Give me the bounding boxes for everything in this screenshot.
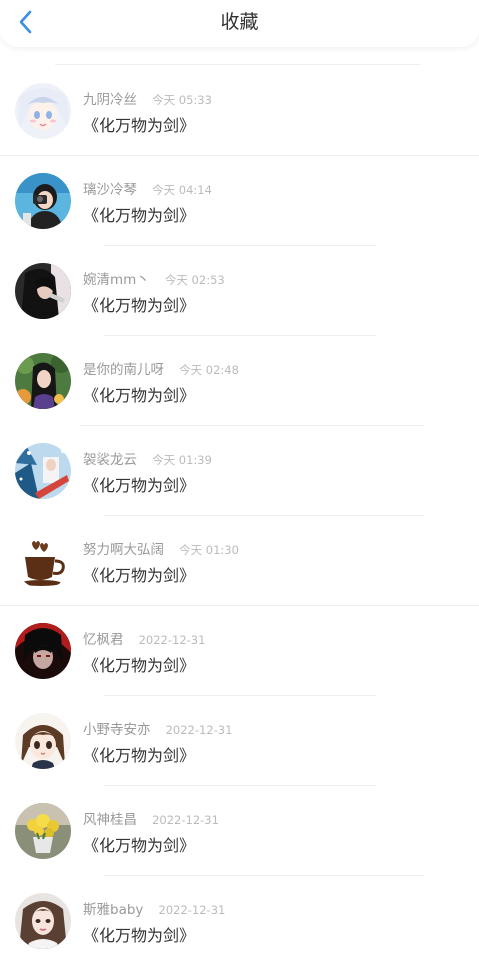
list-item[interactable]: 九阴冷丝 今天 05:33 《化万物为剑》 bbox=[0, 66, 479, 156]
book-title: 《化万物为剑》 bbox=[83, 476, 196, 495]
user-name: 袈裟龙云 bbox=[83, 452, 137, 468]
divider bbox=[55, 64, 420, 65]
user-name: 努力啊大弘阔 bbox=[83, 542, 164, 558]
book-title: 《化万物为剑》 bbox=[83, 746, 196, 765]
timestamp: 2022-12-31 bbox=[158, 903, 226, 917]
timestamp: 今天 02:53 bbox=[164, 273, 225, 287]
book-title: 《化万物为剑》 bbox=[83, 206, 196, 225]
item-meta: 斯雅baby 2022-12-31 bbox=[83, 898, 225, 918]
avatar[interactable] bbox=[15, 803, 71, 859]
user-name: 风神桂昌 bbox=[83, 812, 137, 828]
list-item[interactable]: 努力啊大弘阔 今天 01:30 《化万物为剑》 bbox=[0, 516, 479, 606]
list-item[interactable]: 忆枫君 2022-12-31 《化万物为剑》 bbox=[0, 606, 479, 696]
user-name: 婉清mm丶 bbox=[83, 272, 150, 288]
book-title: 《化万物为剑》 bbox=[83, 116, 196, 135]
book-title: 《化万物为剑》 bbox=[83, 296, 196, 315]
avatar[interactable] bbox=[15, 533, 71, 589]
book-title: 《化万物为剑》 bbox=[83, 386, 196, 405]
item-meta: 婉清mm丶 今天 02:53 bbox=[83, 268, 225, 288]
avatar[interactable] bbox=[15, 893, 71, 949]
item-meta: 忆枫君 2022-12-31 bbox=[83, 628, 205, 648]
timestamp: 2022-12-31 bbox=[165, 723, 233, 737]
timestamp: 2022-12-31 bbox=[152, 813, 219, 827]
list-item[interactable]: 风神桂昌 2022-12-31 《化万物为剑》 bbox=[0, 786, 479, 876]
item-meta: 风神桂昌 2022-12-31 bbox=[83, 808, 219, 828]
list-item[interactable]: 璃沙冷琴 今天 04:14 《化万物为剑》 bbox=[0, 156, 479, 246]
item-meta: 袈裟龙云 今天 01:39 bbox=[83, 448, 212, 468]
avatar[interactable] bbox=[15, 623, 71, 679]
page-title: 收藏 bbox=[220, 11, 259, 33]
item-meta: 努力啊大弘阔 今天 01:30 bbox=[83, 538, 239, 558]
list-item[interactable]: 袈裟龙云 今天 01:39 《化万物为剑》 bbox=[0, 426, 479, 516]
timestamp: 今天 01:39 bbox=[152, 453, 212, 467]
avatar[interactable] bbox=[15, 353, 71, 409]
book-title: 《化万物为剑》 bbox=[83, 836, 196, 855]
list-item[interactable]: 小野寺安亦 2022-12-31 《化万物为剑》 bbox=[0, 696, 479, 786]
item-meta: 九阴冷丝 今天 05:33 bbox=[83, 88, 212, 108]
timestamp: 今天 04:14 bbox=[152, 183, 212, 197]
book-title: 《化万物为剑》 bbox=[83, 656, 196, 675]
list-item[interactable]: 斯雅baby 2022-12-31 《化万物为剑》 bbox=[0, 876, 479, 966]
top-bar: 收藏 bbox=[0, 0, 479, 47]
user-name: 小野寺安亦 bbox=[83, 722, 151, 738]
favorites-list: 九阴冷丝 今天 05:33 《化万物为剑》 璃沙冷琴 今天 04:14 《化万物… bbox=[0, 66, 479, 966]
avatar[interactable] bbox=[15, 173, 71, 229]
timestamp: 今天 01:30 bbox=[179, 543, 239, 557]
user-name: 斯雅baby bbox=[83, 902, 144, 918]
item-meta: 小野寺安亦 2022-12-31 bbox=[83, 718, 232, 738]
user-name: 璃沙冷琴 bbox=[83, 182, 137, 198]
avatar[interactable] bbox=[15, 263, 71, 319]
avatar[interactable] bbox=[15, 443, 71, 499]
timestamp: 今天 05:33 bbox=[152, 93, 212, 107]
avatar[interactable] bbox=[15, 713, 71, 769]
timestamp: 2022-12-31 bbox=[138, 633, 206, 647]
user-name: 是你的南儿呀 bbox=[83, 362, 164, 378]
book-title: 《化万物为剑》 bbox=[83, 566, 196, 585]
user-name: 九阴冷丝 bbox=[83, 92, 137, 108]
user-name: 忆枫君 bbox=[83, 632, 124, 648]
timestamp: 今天 02:48 bbox=[179, 363, 239, 377]
list-item[interactable]: 婉清mm丶 今天 02:53 《化万物为剑》 bbox=[0, 246, 479, 336]
book-title: 《化万物为剑》 bbox=[83, 926, 196, 945]
list-item[interactable]: 是你的南儿呀 今天 02:48 《化万物为剑》 bbox=[0, 336, 479, 426]
avatar[interactable] bbox=[15, 83, 71, 139]
item-meta: 璃沙冷琴 今天 04:14 bbox=[83, 178, 212, 198]
item-meta: 是你的南儿呀 今天 02:48 bbox=[83, 358, 239, 378]
